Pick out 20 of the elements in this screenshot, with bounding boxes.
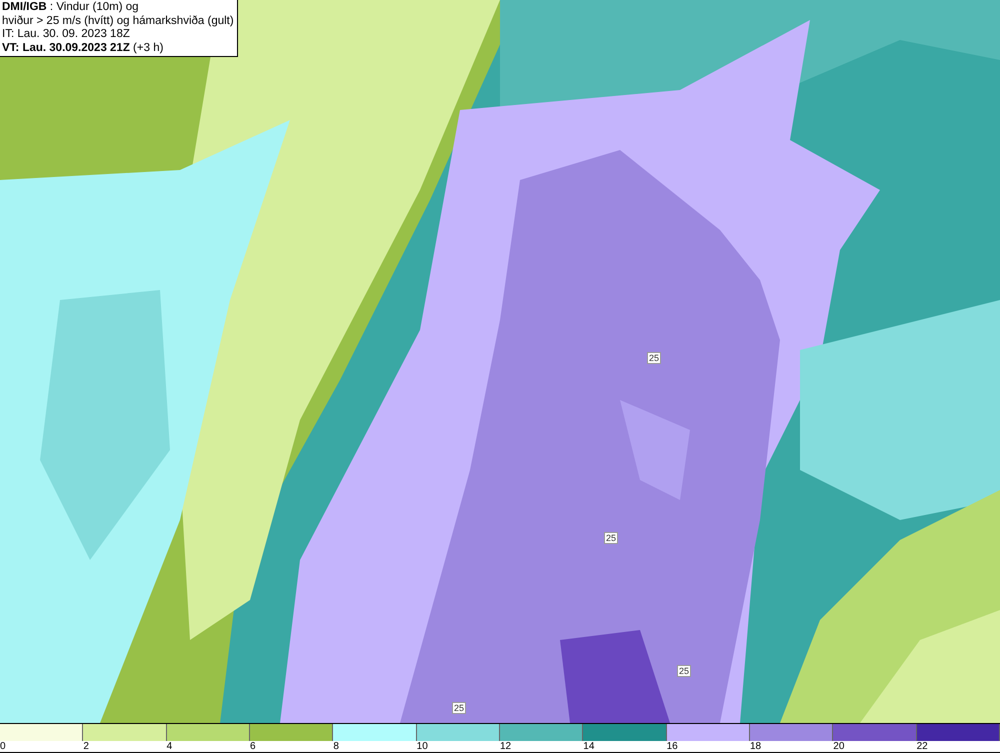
legend-tick: 2: [83, 741, 89, 752]
legend-tick: 0: [0, 741, 6, 752]
legend-tick: 6: [250, 741, 256, 752]
contour-label: 25: [677, 664, 691, 677]
legend-tick: 14: [583, 741, 594, 752]
legend-tick: 18: [750, 741, 762, 752]
contour-label: 25: [647, 352, 661, 364]
contour-label: 25: [452, 702, 466, 714]
info-text: DMI/IGB : Vindur (10m) og: [2, 1, 140, 14]
info-text: hviður > 25 m/s (hvítt) og hámarkshviða (gult): [2, 14, 234, 28]
info-text: VT: Lau. 30.09.2023 21Z (+3 h): [2, 42, 164, 55]
legend-tick: 8: [333, 741, 339, 752]
legend-tick: 4: [166, 741, 172, 752]
legend-tick: 20: [833, 741, 844, 752]
legend-tick: 12: [500, 741, 512, 752]
info-text: IT: Lau. 30. 09. 2023 18Z: [2, 28, 131, 42]
legend-tick: 10: [416, 741, 428, 752]
contour-label: 25: [604, 532, 618, 544]
legend-tick: 22: [916, 741, 928, 752]
legend-tick: 16: [666, 741, 678, 752]
